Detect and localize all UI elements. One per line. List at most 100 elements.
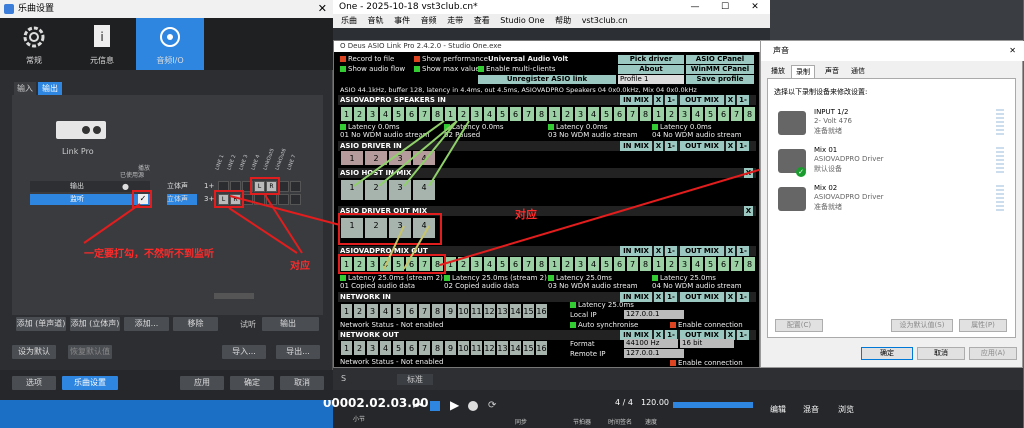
import-button[interactable]: 导入...: [222, 345, 266, 359]
ok-button[interactable]: 确定: [230, 376, 274, 390]
audio-flow-lines: [353, 120, 470, 270]
set-default-button[interactable]: 设为默认: [12, 345, 56, 359]
tab-sounds[interactable]: 声音: [821, 65, 843, 78]
audio-io-icon: [160, 27, 180, 47]
remove-button[interactable]: 移除: [173, 317, 218, 331]
song-settings-button[interactable]: 乐曲设置: [62, 376, 118, 390]
device-status: 准备就绪: [814, 127, 842, 135]
close-icon[interactable]: ✕: [318, 0, 327, 18]
device-name: Mix 02: [814, 184, 838, 192]
routing-panel: Link Pro 已使用 播放源 LINE 1 LINE 2 LINE 3 LI…: [12, 95, 323, 331]
menu-item[interactable]: 事件: [394, 16, 410, 25]
bottom-s-label: S: [341, 374, 347, 383]
sound-dialog: 声音 ✕ 播放 录制 声音 通信 选择以下录制设备来修改设置: INPUT 1/…: [760, 40, 1024, 368]
song-settings-dialog: 乐曲设置 ✕ 常规 i 元信息 音频I/O 输入 输出 Link Pro 已使用…: [0, 0, 333, 400]
record-icon[interactable]: [468, 401, 478, 411]
mix-button[interactable]: 混音: [803, 404, 819, 415]
tab-audio-io-label: 音频I/O: [156, 56, 184, 65]
tab-general-label: 常规: [26, 56, 42, 65]
tab-input[interactable]: 输入: [14, 82, 36, 95]
add-button[interactable]: 添加...: [124, 317, 169, 331]
device-status: 默认设备: [814, 165, 842, 173]
configure-button[interactable]: 配置(C): [775, 319, 823, 332]
app-icon: [4, 4, 14, 14]
loop-icon[interactable]: ⟳: [488, 400, 496, 411]
properties-button[interactable]: 属性(P): [959, 319, 1007, 332]
restore-default-button[interactable]: 恢复默认值: [68, 345, 112, 359]
maximize-button[interactable]: ☐: [710, 0, 740, 14]
sound-title: 声音 ✕: [761, 41, 1024, 61]
tab-output[interactable]: 输出: [38, 82, 62, 95]
add-stereo-button[interactable]: 添加 (立体声): [70, 317, 120, 331]
cable-icon: [778, 187, 806, 211]
annotation-arrows: [83, 194, 303, 254]
apply-button[interactable]: 应用(A): [969, 347, 1017, 360]
stop-icon[interactable]: [430, 401, 440, 411]
tab-audio-io[interactable]: 音频I/O: [136, 18, 204, 70]
apply-button[interactable]: 应用: [180, 376, 224, 390]
info-icon: i: [94, 25, 110, 47]
window-controls: — ☐ ✕: [673, 0, 770, 14]
cancel-button[interactable]: 取消: [917, 347, 965, 360]
device-driver: ASIOVADPRO Driver: [814, 155, 884, 163]
edit-button[interactable]: 编辑: [770, 404, 786, 415]
bottom-field[interactable]: 标准: [397, 374, 433, 385]
tab-playback[interactable]: 播放: [767, 65, 789, 78]
ok-button[interactable]: 确定: [861, 347, 913, 360]
annotation-text-right: 对应: [515, 208, 537, 221]
device-name: INPUT 1/2: [814, 108, 849, 116]
gear-icon: [23, 26, 45, 48]
dialog-footer: 选项 乐曲设置 应用 确定 取消: [0, 370, 333, 400]
instruction-text: 选择以下录制设备来修改设置:: [774, 88, 868, 96]
device-item[interactable]: INPUT 1/2 2- Volt 476 准备就绪: [778, 107, 1008, 141]
position-sub: 时间签名: [608, 419, 633, 426]
tab-communications[interactable]: 通信: [847, 65, 869, 78]
minimize-button[interactable]: —: [680, 0, 710, 14]
tab-recording[interactable]: 录制: [791, 65, 815, 78]
studio-one-menu: 乐曲 音轨 事件 音频 走带 查看 Studio One 帮助 vst3club…: [333, 14, 770, 28]
tab-meta[interactable]: i 元信息: [68, 18, 136, 70]
menu-item[interactable]: vst3club.cn: [582, 16, 628, 25]
tempo-sub: 速度: [645, 419, 658, 426]
menu-item[interactable]: 走带: [447, 16, 463, 25]
export-button[interactable]: 导出...: [276, 345, 320, 359]
menu-item[interactable]: 音频: [421, 16, 437, 25]
device-status: 准备就绪: [814, 203, 842, 211]
dialog-titlebar: 乐曲设置 ✕: [0, 0, 333, 18]
dialog-title: 乐曲设置: [18, 4, 55, 14]
cancel-button[interactable]: 取消: [280, 376, 324, 390]
menu-item[interactable]: 乐曲: [341, 16, 357, 25]
add-mono-button[interactable]: 添加 (单声道): [16, 317, 66, 331]
audition-select[interactable]: 输出: [262, 317, 319, 331]
transport-bar: 00002.02.03.00 小节 ⏮ ▶ ⟳ 同步 节拍器 4 / 4 时间签…: [323, 390, 1023, 428]
menu-item[interactable]: 查看: [474, 16, 490, 25]
device-driver: ASIOVADPRO Driver: [814, 193, 884, 201]
asio-link-pro-window: O Deus ASIO Link Pro 2.4.2.0 - Studio On…: [333, 40, 761, 368]
level-meter: [996, 109, 1004, 137]
cable-icon: [778, 111, 806, 135]
rewind-icon[interactable]: ⏮: [413, 399, 423, 413]
close-icon[interactable]: ✕: [1009, 41, 1016, 61]
default-check-icon: ✓: [796, 167, 806, 177]
menu-item[interactable]: Studio One: [500, 16, 544, 25]
device-driver: 2- Volt 476: [814, 117, 853, 125]
menu-item[interactable]: 音轨: [368, 16, 384, 25]
close-button[interactable]: ✕: [740, 0, 770, 14]
track-area: S 标准: [333, 368, 1023, 390]
position-display: 4 / 4: [615, 398, 633, 407]
tab-general[interactable]: 常规: [0, 18, 68, 70]
play-icon[interactable]: ▶: [450, 398, 459, 412]
tab-meta-label: 元信息: [90, 56, 114, 65]
set-default-dropdown[interactable]: 设为默认值(S): [891, 319, 953, 332]
browse-button[interactable]: 浏览: [838, 404, 854, 415]
device-item[interactable]: Mix 02 ASIOVADPRO Driver 准备就绪: [778, 183, 1008, 217]
time-sub: 小节: [353, 416, 366, 423]
menu-item[interactable]: 帮助: [555, 16, 571, 25]
options-button[interactable]: 选项: [12, 376, 56, 390]
level-meter: [996, 185, 1004, 213]
scrollbar[interactable]: [214, 293, 254, 299]
metronome-label: 节拍器: [573, 419, 592, 426]
level-meter: [996, 147, 1004, 175]
tempo-display: 120.00: [641, 398, 669, 407]
device-item[interactable]: ✓ Mix 01 ASIOVADPRO Driver 默认设备: [778, 145, 1008, 179]
